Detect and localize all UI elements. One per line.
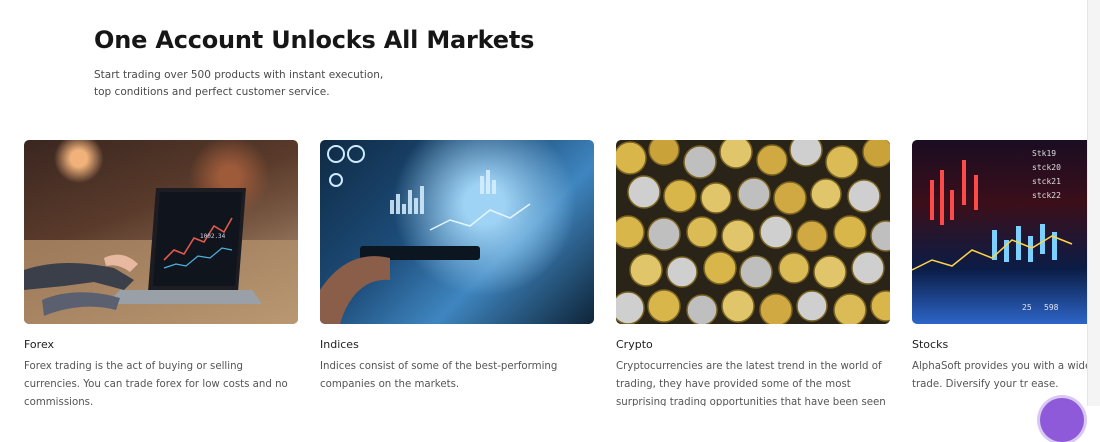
chat-fab-icon[interactable] bbox=[1040, 398, 1084, 442]
crypto-image bbox=[616, 140, 890, 324]
card-desc-stocks: AlphaSoft provides you with a wide se st… bbox=[912, 361, 1088, 390]
svg-text:Stk19: Stk19 bbox=[1032, 149, 1056, 158]
market-card-crypto[interactable]: Crypto Cryptocurrencies are the latest t… bbox=[616, 140, 890, 406]
svg-text:25: 25 bbox=[1022, 303, 1032, 312]
scrollbar-track[interactable] bbox=[1087, 0, 1100, 406]
indices-image bbox=[320, 140, 594, 324]
card-title-indices[interactable]: Indices bbox=[320, 338, 359, 351]
card-title-crypto[interactable]: Crypto bbox=[616, 338, 653, 351]
svg-text:1002.34: 1002.34 bbox=[200, 233, 226, 240]
market-card-indices[interactable]: Indices Indices consist of some of the b… bbox=[320, 140, 594, 390]
card-desc-forex: Forex trading is the act of buying or se… bbox=[24, 361, 288, 406]
svg-text:stck21: stck21 bbox=[1032, 177, 1061, 186]
market-cards-carousel[interactable]: 1002.34 Forex Forex trading is the act o… bbox=[0, 140, 1088, 406]
card-desc-indices: Indices consist of some of the best-perf… bbox=[320, 361, 558, 390]
section-subtitle: Start trading over 500 products with ins… bbox=[94, 67, 414, 101]
stocks-image: Stk19 stck20 stck21 stck22 25 598 bbox=[912, 140, 1088, 324]
market-card-stocks[interactable]: Stk19 stck20 stck21 stck22 25 598 Stocks Alp… bbox=[912, 140, 1088, 390]
market-card-forex[interactable]: 1002.34 Forex Forex trading is the act o… bbox=[24, 140, 298, 406]
subtitle-line-2: top conditions and perfect customer serv… bbox=[94, 86, 330, 98]
forex-image: 1002.34 bbox=[24, 140, 298, 324]
svg-text:stck20: stck20 bbox=[1032, 163, 1061, 172]
card-title-forex[interactable]: Forex bbox=[24, 338, 54, 351]
card-desc-crypto: Cryptocurrencies are the latest trend in… bbox=[616, 361, 886, 406]
section-title: One Account Unlocks All Markets bbox=[94, 26, 535, 54]
subtitle-line-1: Start trading over 500 products with ins… bbox=[94, 69, 384, 81]
svg-text:598: 598 bbox=[1044, 303, 1059, 312]
card-title-stocks[interactable]: Stocks bbox=[912, 338, 948, 351]
svg-text:stck22: stck22 bbox=[1032, 191, 1061, 200]
